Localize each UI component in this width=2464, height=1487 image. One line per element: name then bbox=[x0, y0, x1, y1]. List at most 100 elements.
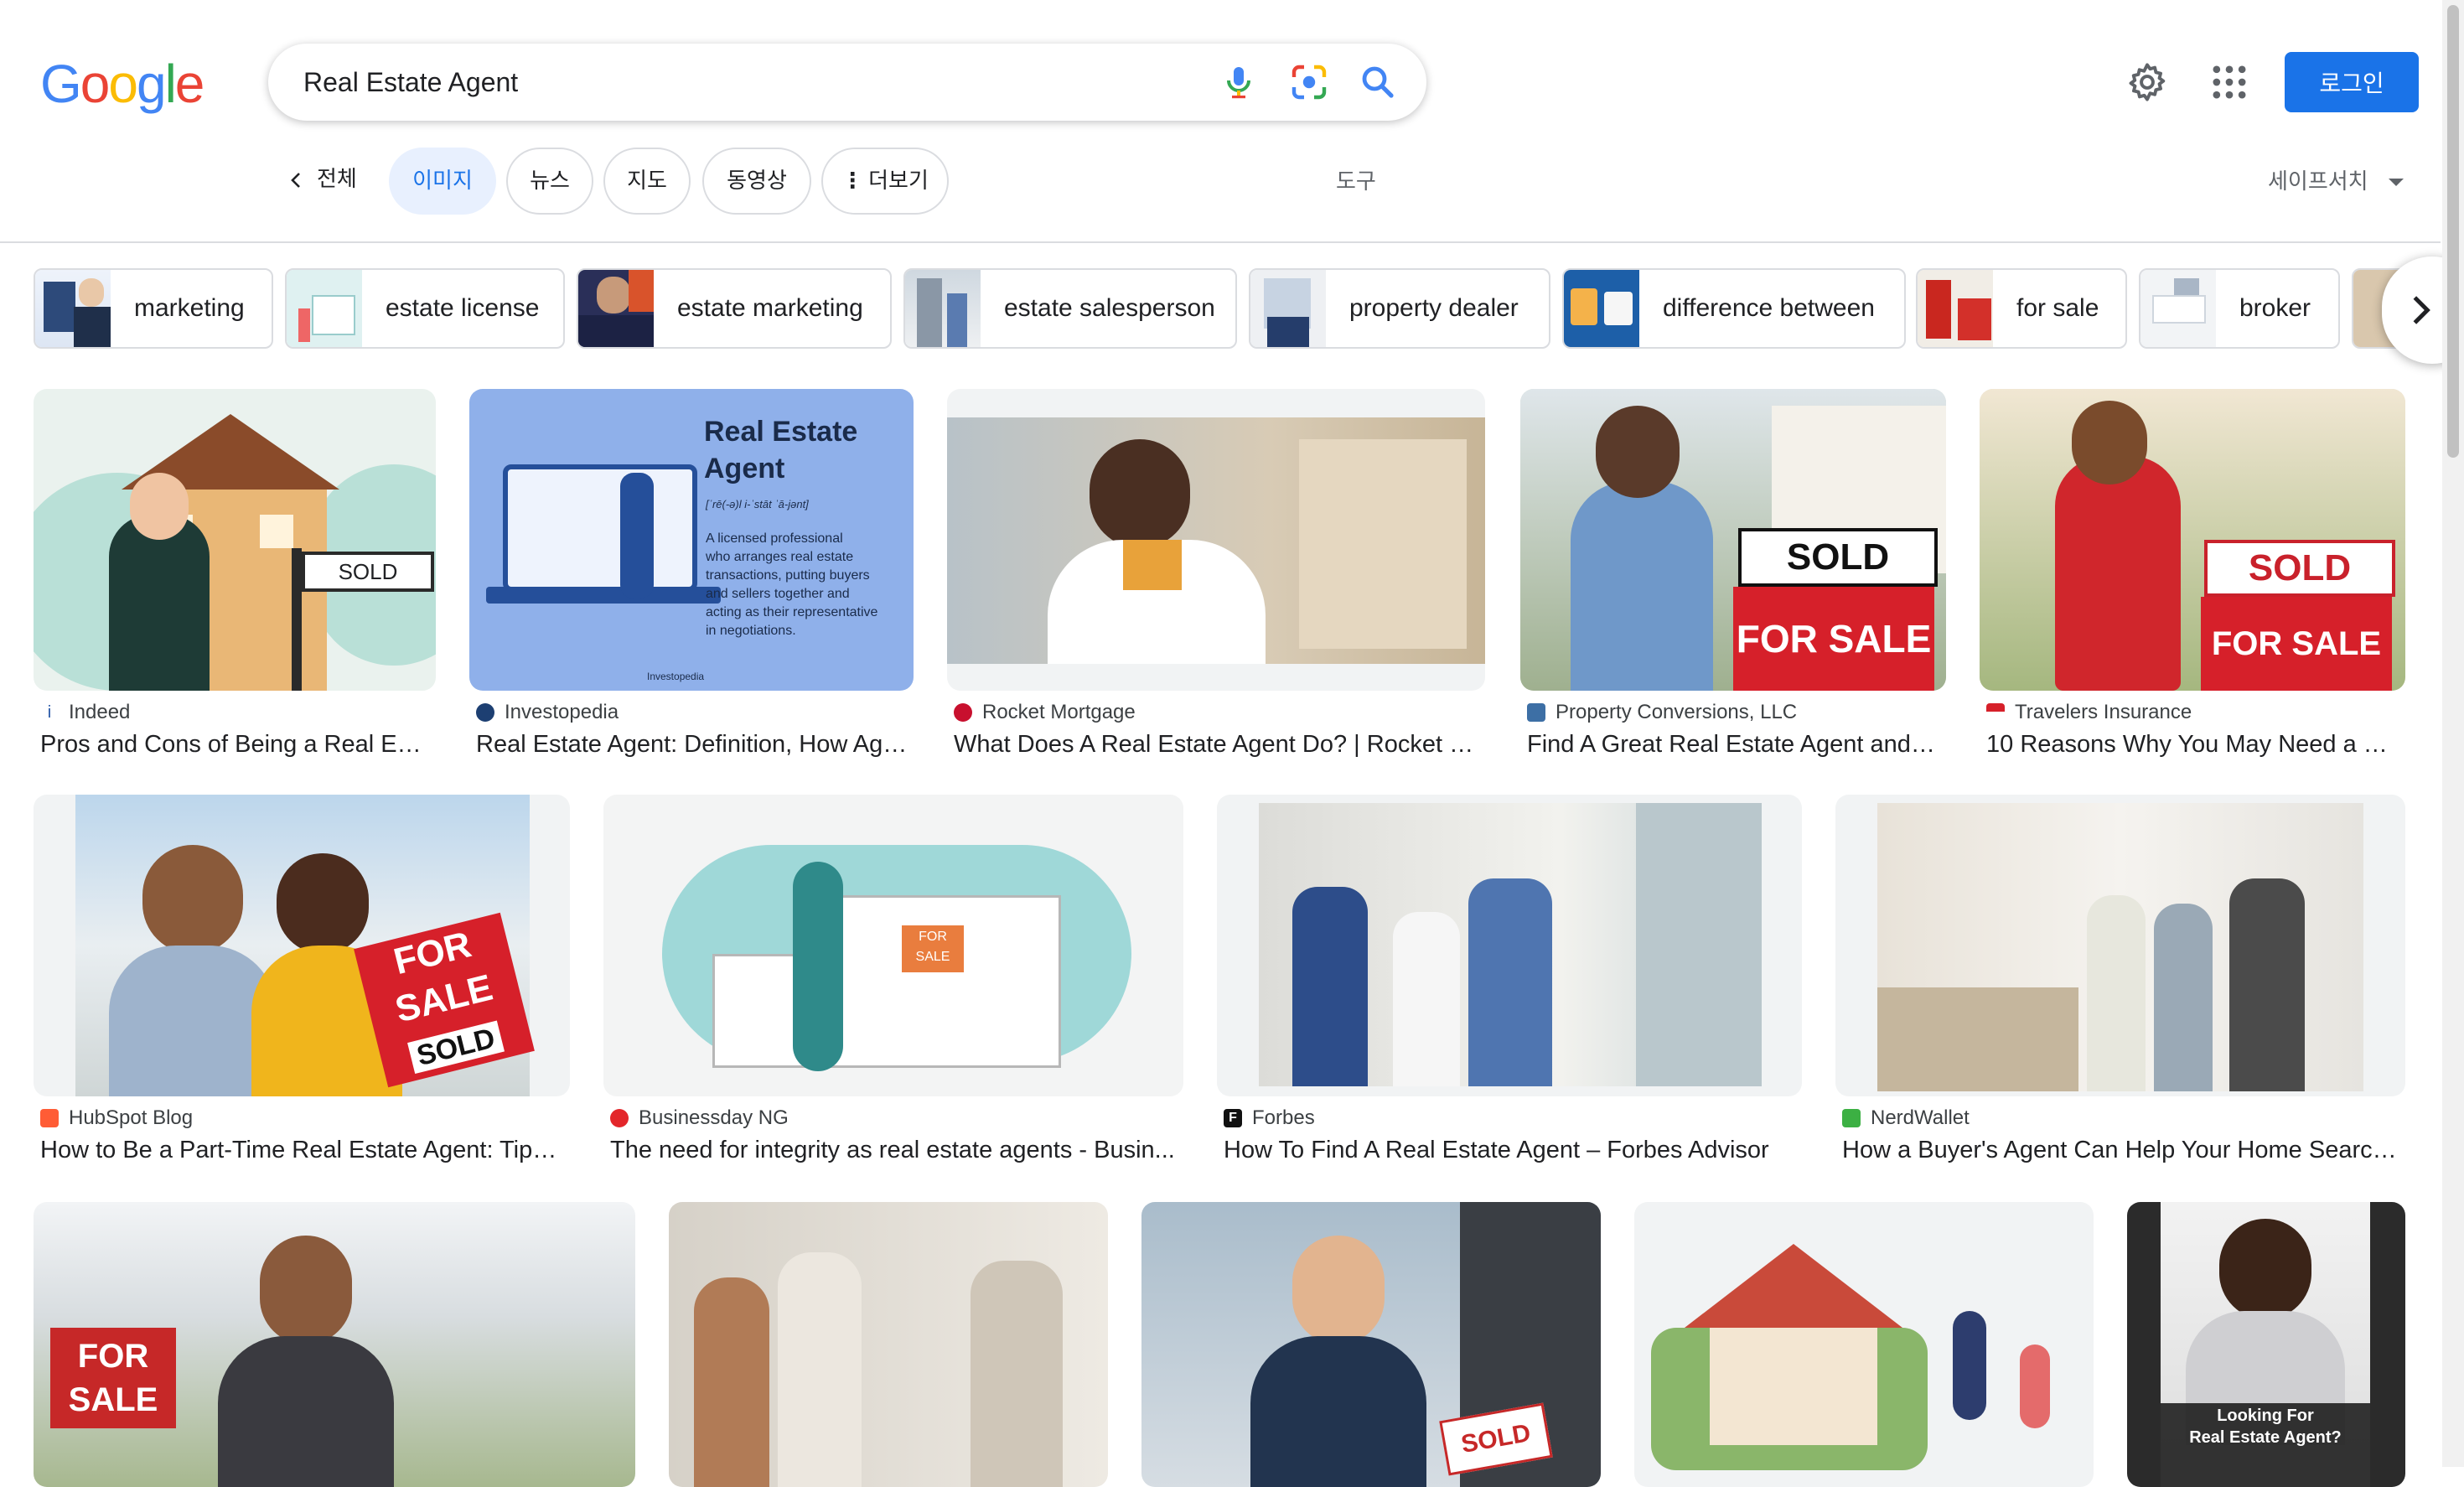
search-box[interactable]: Real Estate Agent bbox=[268, 44, 1426, 121]
image-result[interactable]: NerdWallet How a Buyer's Agent Can Help … bbox=[1835, 795, 2405, 1180]
image-result[interactable]: F Forbes How To Find A Real Estate Agent … bbox=[1217, 795, 1802, 1180]
search-icon[interactable] bbox=[1358, 62, 1398, 102]
result-title[interactable]: How a Buyer's Agent Can Help Your Home S… bbox=[1842, 1137, 2400, 1164]
chip-label: marketing bbox=[134, 294, 245, 322]
image-result[interactable]: FOR SALE SOLD HubSpot Blog How to Be a Pa… bbox=[34, 795, 570, 1180]
result-image[interactable]: SOLD FOR SALE bbox=[1520, 389, 1946, 691]
image-result[interactable]: FOR SALE Businessday NG The need for int… bbox=[603, 795, 1183, 1180]
result-image[interactable]: SOLD bbox=[1141, 1202, 1601, 1487]
nerdwallet-favicon-icon bbox=[1842, 1109, 1861, 1127]
image-result[interactable] bbox=[1634, 1202, 2094, 1487]
agent-figure bbox=[109, 515, 210, 691]
result-title[interactable]: Pros and Cons of Being a Real Est... bbox=[40, 731, 431, 759]
login-button[interactable]: 로그인 bbox=[2285, 52, 2419, 112]
image-result[interactable]: Rocket Mortgage What Does A Real Estate … bbox=[947, 389, 1485, 775]
chip-estate-salesperson[interactable]: estate salesperson bbox=[903, 268, 1237, 349]
source-name: Indeed bbox=[69, 701, 131, 723]
search-input[interactable]: Real Estate Agent bbox=[303, 44, 518, 121]
page-scrollbar[interactable] bbox=[2442, 0, 2464, 1467]
image-result[interactable]: SOLD i Indeed Pros and Cons of Being a Re… bbox=[34, 389, 436, 775]
person-figure bbox=[2229, 878, 2305, 1091]
result-image[interactable]: FOR SALE SOLD bbox=[34, 795, 570, 1096]
chip-estate-marketing[interactable]: estate marketing bbox=[577, 268, 892, 349]
chip-estate-license[interactable]: estate license bbox=[285, 268, 565, 349]
result-source[interactable]: i Indeed bbox=[40, 701, 130, 724]
result-image[interactable]: FOR SALE bbox=[603, 795, 1183, 1096]
result-image[interactable] bbox=[669, 1202, 1108, 1487]
house-illustration bbox=[1710, 1319, 1877, 1445]
result-image[interactable] bbox=[947, 389, 1485, 691]
result-source[interactable]: Travelers Insurance bbox=[1986, 701, 2192, 724]
person-figure bbox=[1393, 912, 1460, 1086]
chip-label: difference between bbox=[1663, 294, 1875, 322]
result-source[interactable]: NerdWallet bbox=[1842, 1106, 1970, 1130]
safesearch-menu[interactable]: 세이프서치 bbox=[2268, 164, 2404, 195]
google-logo[interactable]: Google bbox=[40, 52, 204, 116]
face-shape bbox=[2219, 1219, 2311, 1319]
property-conversions-favicon-icon bbox=[1527, 703, 1545, 722]
result-image[interactable]: Real Estate Agent [ˈrē(-ə)l i-ˈstāt ˈā-j… bbox=[469, 389, 914, 691]
image-result[interactable]: SOLD FOR SALE Property Conversions, LLC … bbox=[1520, 389, 1946, 775]
chip-difference-between[interactable]: difference between bbox=[1562, 268, 1906, 349]
result-source[interactable]: HubSpot Blog bbox=[40, 1106, 193, 1130]
chip-for-sale[interactable]: for sale bbox=[1916, 268, 2127, 349]
image-result[interactable]: SOLD FOR SALE Travelers Insurance 10 Rea… bbox=[1980, 389, 2405, 775]
result-title[interactable]: Real Estate Agent: Definition, How Age..… bbox=[476, 731, 908, 759]
logo-letter: G bbox=[40, 54, 82, 114]
result-image[interactable]: SOLD FOR SALE bbox=[1980, 389, 2405, 691]
result-source[interactable]: F Forbes bbox=[1224, 1106, 1315, 1130]
microphone-icon[interactable] bbox=[1219, 62, 1259, 102]
camera-lens-icon[interactable] bbox=[1289, 62, 1329, 102]
chip-broker[interactable]: broker bbox=[2139, 268, 2340, 349]
person-figure bbox=[778, 1252, 862, 1487]
tools-button[interactable]: 도구 bbox=[1336, 164, 1376, 195]
result-source[interactable]: Businessday NG bbox=[610, 1106, 789, 1130]
image-result[interactable]: FOR SALE bbox=[34, 1202, 635, 1487]
image-text: transactions, putting buyers bbox=[706, 568, 870, 583]
source-name: Rocket Mortgage bbox=[982, 701, 1136, 723]
gear-icon[interactable] bbox=[2125, 60, 2169, 104]
source-name: Property Conversions, LLC bbox=[1556, 701, 1798, 723]
result-source[interactable]: Investopedia bbox=[476, 701, 619, 724]
chip-thumbnail bbox=[578, 270, 654, 347]
image-result[interactable]: Real Estate Agent [ˈrē(-ə)l i-ˈstāt ˈā-j… bbox=[469, 389, 914, 775]
tab-maps[interactable]: 지도 bbox=[603, 148, 691, 215]
image-result[interactable]: Looking For Real Estate Agent? bbox=[2127, 1202, 2405, 1487]
result-title[interactable]: How to Be a Part-Time Real Estate Agent:… bbox=[40, 1137, 565, 1164]
image-result[interactable] bbox=[669, 1202, 1108, 1487]
result-title[interactable]: How To Find A Real Estate Agent – Forbes… bbox=[1224, 1137, 1797, 1164]
tab-more[interactable]: ⋮ 더보기 bbox=[821, 148, 949, 215]
tab-news[interactable]: 뉴스 bbox=[506, 148, 593, 215]
result-image[interactable] bbox=[1634, 1202, 2094, 1487]
person-figure bbox=[1468, 878, 1552, 1086]
image-result[interactable]: SOLD bbox=[1141, 1202, 1601, 1487]
rocket-mortgage-favicon-icon bbox=[954, 703, 972, 722]
result-title[interactable]: The need for integrity as real estate ag… bbox=[610, 1137, 1178, 1164]
person-figure bbox=[971, 1261, 1063, 1487]
scrollbar-thumb[interactable] bbox=[2447, 5, 2459, 458]
tab-images[interactable]: 이미지 bbox=[389, 148, 496, 215]
for-sale-sign: FOR SALE bbox=[1733, 587, 1934, 691]
result-source[interactable]: Property Conversions, LLC bbox=[1527, 701, 1797, 724]
chip-marketing[interactable]: marketing bbox=[34, 268, 273, 349]
result-image[interactable]: Looking For Real Estate Agent? bbox=[2127, 1202, 2405, 1487]
chip-property-dealer[interactable]: property dealer bbox=[1249, 268, 1550, 349]
apps-grid-icon[interactable] bbox=[2208, 60, 2251, 104]
result-source[interactable]: Rocket Mortgage bbox=[954, 701, 1136, 724]
source-name: NerdWallet bbox=[1871, 1106, 1970, 1129]
for-sale-sign: FOR SALE bbox=[50, 1328, 176, 1428]
result-image[interactable]: FOR SALE bbox=[34, 1202, 635, 1487]
result-image[interactable] bbox=[1835, 795, 2405, 1096]
laptop-illustration bbox=[503, 464, 697, 592]
agent-figure bbox=[1571, 481, 1713, 691]
tab-videos[interactable]: 동영상 bbox=[702, 148, 811, 215]
building-shape bbox=[1299, 439, 1467, 649]
tab-all-back[interactable]: 전체 bbox=[277, 148, 377, 211]
result-title[interactable]: Find A Great Real Estate Agent and F... bbox=[1527, 731, 1941, 759]
image-text: acting as their representative bbox=[706, 605, 878, 619]
result-image[interactable]: SOLD bbox=[34, 389, 436, 691]
result-title[interactable]: 10 Reasons Why You May Need a Re... bbox=[1986, 731, 2400, 759]
result-title[interactable]: What Does A Real Estate Agent Do? | Rock… bbox=[954, 731, 1480, 759]
person-figure bbox=[1292, 887, 1368, 1086]
result-image[interactable] bbox=[1217, 795, 1802, 1096]
